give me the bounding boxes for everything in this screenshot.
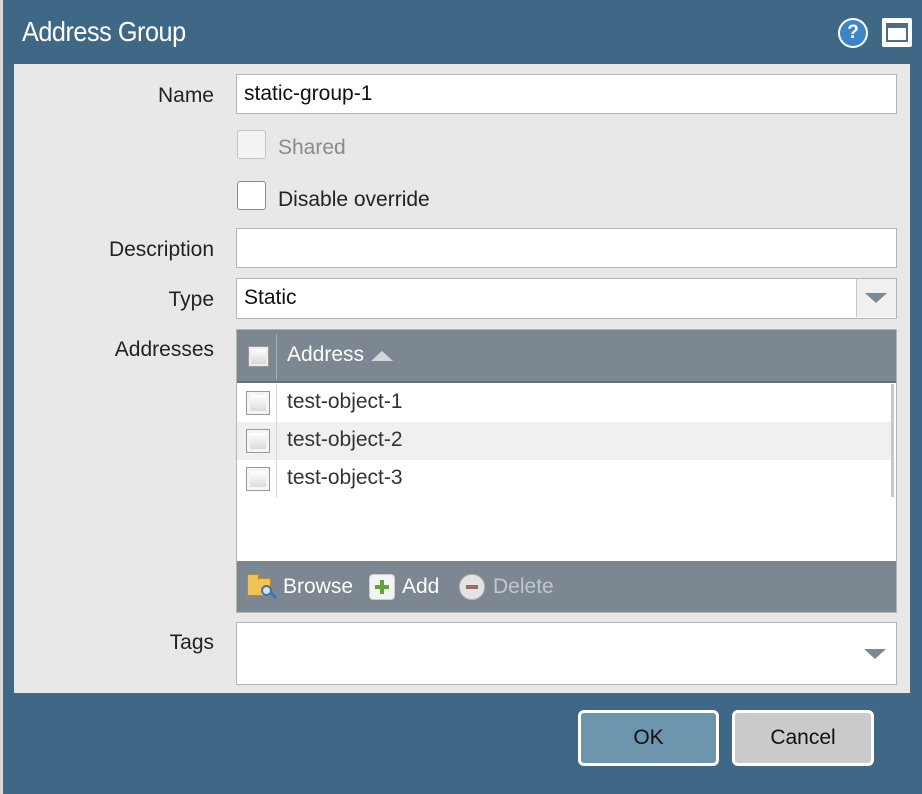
name-input[interactable]: static-group-1 bbox=[236, 74, 897, 114]
type-label: Type bbox=[168, 288, 214, 311]
maximize-icon[interactable] bbox=[882, 18, 912, 47]
ok-button[interactable]: OK bbox=[578, 710, 719, 766]
plus-icon bbox=[369, 574, 395, 600]
browse-folder-icon bbox=[247, 574, 278, 600]
grid-toolbar: Browse Add Delete bbox=[237, 561, 896, 612]
name-label: Name bbox=[157, 84, 214, 107]
shared-label: Shared bbox=[278, 136, 346, 159]
grid-header: Address bbox=[237, 330, 896, 383]
row-checkbox[interactable] bbox=[246, 391, 270, 415]
background-edge bbox=[0, 0, 3, 794]
row-address: test-object-1 bbox=[287, 390, 403, 413]
grid-scrollbar[interactable] bbox=[891, 384, 894, 497]
addresses-label: Addresses bbox=[114, 338, 214, 361]
sort-ascending-icon[interactable] bbox=[371, 351, 393, 361]
address-column-header[interactable]: Address bbox=[287, 343, 364, 367]
delete-label: Delete bbox=[493, 575, 554, 598]
chevron-down-icon bbox=[865, 293, 887, 303]
add-button[interactable]: Add bbox=[369, 572, 439, 602]
delete-button: Delete bbox=[459, 572, 554, 602]
description-label: Description bbox=[108, 238, 214, 261]
row-checkbox[interactable] bbox=[246, 429, 270, 453]
tags-label: Tags bbox=[169, 631, 214, 654]
type-select[interactable]: Static bbox=[236, 278, 897, 319]
row-address: test-object-3 bbox=[287, 466, 403, 489]
dialog-title: Address Group bbox=[22, 16, 186, 47]
dialog-body: Name static-group-1 Shared Disable overr… bbox=[14, 64, 910, 693]
select-all-checkbox[interactable] bbox=[248, 346, 269, 367]
help-icon[interactable]: ? bbox=[838, 18, 868, 48]
chevron-down-icon[interactable] bbox=[864, 649, 886, 659]
tags-input[interactable] bbox=[236, 622, 897, 685]
browse-button[interactable]: Browse bbox=[247, 572, 353, 602]
row-address: test-object-2 bbox=[287, 428, 403, 451]
table-row[interactable]: test-object-1 bbox=[237, 384, 892, 422]
dialog-titlebar[interactable]: Address Group ? bbox=[3, 0, 922, 64]
help-glyph: ? bbox=[840, 20, 866, 46]
disable-override-label: Disable override bbox=[278, 188, 430, 211]
type-dropdown-button[interactable] bbox=[856, 279, 896, 317]
disable-override-checkbox[interactable] bbox=[237, 181, 266, 210]
cancel-button[interactable]: Cancel bbox=[732, 710, 874, 766]
description-input[interactable] bbox=[236, 228, 897, 268]
table-row[interactable]: test-object-3 bbox=[237, 460, 892, 498]
browse-label: Browse bbox=[283, 575, 354, 598]
shared-checkbox bbox=[237, 130, 266, 159]
table-row[interactable]: test-object-2 bbox=[237, 422, 892, 460]
minus-icon bbox=[459, 574, 485, 600]
addresses-grid: Address test-object-1 test-object-2 test… bbox=[236, 329, 897, 613]
row-checkbox[interactable] bbox=[246, 467, 270, 491]
type-value: Static bbox=[244, 286, 297, 309]
add-label: Add bbox=[402, 575, 440, 598]
